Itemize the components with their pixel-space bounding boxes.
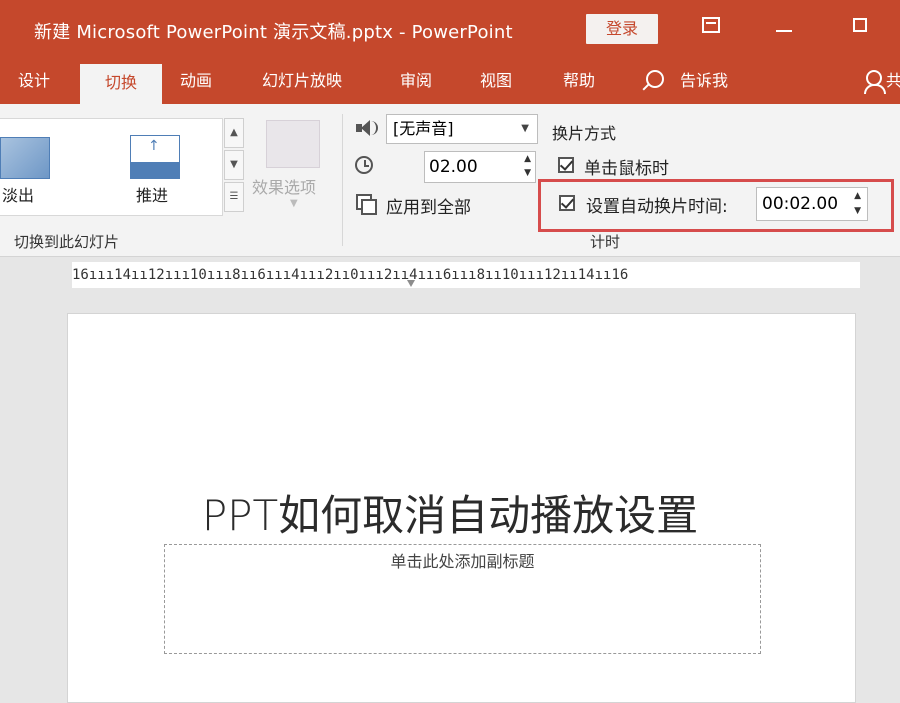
- tell-me-search[interactable]: 告诉我: [680, 60, 728, 104]
- gallery-down-button[interactable]: ▼: [224, 150, 244, 180]
- transition-gallery: 淡出 ↑ 推进: [0, 118, 223, 216]
- decrement-icon[interactable]: ▼: [524, 169, 531, 178]
- slide-title[interactable]: PPT如何取消自动播放设置: [0, 482, 900, 543]
- tab-help[interactable]: 帮助: [563, 60, 595, 104]
- duration-value: 02.00: [429, 157, 478, 177]
- ribbon-tabs: 设计 切换 动画 幻灯片放映 审阅 视图 帮助 告诉我 共: [0, 60, 900, 104]
- minimize-button[interactable]: [776, 30, 792, 32]
- share-icon[interactable]: [864, 70, 886, 94]
- gallery-up-button[interactable]: ▲: [224, 118, 244, 148]
- ruler-position-marker: [407, 280, 415, 287]
- effect-options-label[interactable]: 效果选项: [252, 174, 316, 198]
- chevron-down-icon[interactable]: ▼: [521, 115, 529, 143]
- push-transition-thumbnail[interactable]: ↑: [130, 135, 180, 179]
- horizontal-ruler: 16ııı14ıı12ııı10ııı8ıı6ııı4ııı2ıı0ııı2ıı…: [72, 262, 860, 288]
- transition-group-label: 切换到此幻灯片: [14, 233, 120, 251]
- gallery-expand-button[interactable]: ☰: [224, 182, 244, 212]
- tab-design[interactable]: 设计: [18, 60, 50, 104]
- advance-slide-heading: 换片方式: [552, 124, 617, 143]
- window-title: 新建 Microsoft PowerPoint 演示文稿.pptx - Powe…: [34, 22, 513, 43]
- speaker-icon: [356, 118, 378, 138]
- push-transition-label[interactable]: 推进: [136, 182, 168, 206]
- gallery-scrollbar[interactable]: ▲ ▼ ☰: [224, 118, 244, 214]
- subtitle-placeholder-text[interactable]: 单击此处添加副标题: [164, 548, 761, 572]
- clock-icon: [355, 156, 373, 174]
- maximize-button[interactable]: [853, 18, 867, 32]
- on-mouse-click-label[interactable]: 单击鼠标时: [584, 154, 669, 179]
- share-label[interactable]: 共: [886, 60, 900, 104]
- tab-slideshow[interactable]: 幻灯片放映: [262, 60, 342, 104]
- title-bar: 新建 Microsoft PowerPoint 演示文稿.pptx - Powe…: [0, 0, 900, 60]
- increment-icon[interactable]: ▲: [524, 155, 531, 164]
- apply-to-all-icon[interactable]: [356, 194, 377, 215]
- on-mouse-click-checkbox[interactable]: [558, 157, 574, 173]
- sound-value: [无声音]: [393, 119, 454, 138]
- ribbon-display-options-icon[interactable]: [702, 17, 720, 33]
- effect-options-icon[interactable]: [266, 120, 320, 168]
- apply-to-all-button[interactable]: 应用到全部: [386, 193, 471, 218]
- chevron-down-icon[interactable]: ▼: [290, 198, 298, 209]
- sound-select[interactable]: [无声音] ▼: [386, 114, 538, 144]
- tab-transitions[interactable]: 切换: [80, 64, 162, 104]
- highlight-annotation-box: [538, 179, 894, 232]
- tab-view[interactable]: 视图: [480, 60, 512, 104]
- fade-transition-thumbnail[interactable]: [0, 137, 50, 179]
- duration-input[interactable]: 02.00 ▲ ▼: [424, 151, 536, 183]
- timing-group-label: 计时: [590, 233, 621, 251]
- fade-transition-label[interactable]: 淡出: [2, 182, 34, 206]
- tab-animations[interactable]: 动画: [180, 60, 212, 104]
- arrow-up-icon: ↑: [148, 138, 160, 154]
- login-button[interactable]: 登录: [586, 14, 658, 44]
- group-divider: [342, 114, 343, 246]
- tab-review[interactable]: 审阅: [400, 60, 432, 104]
- search-icon[interactable]: [646, 70, 664, 88]
